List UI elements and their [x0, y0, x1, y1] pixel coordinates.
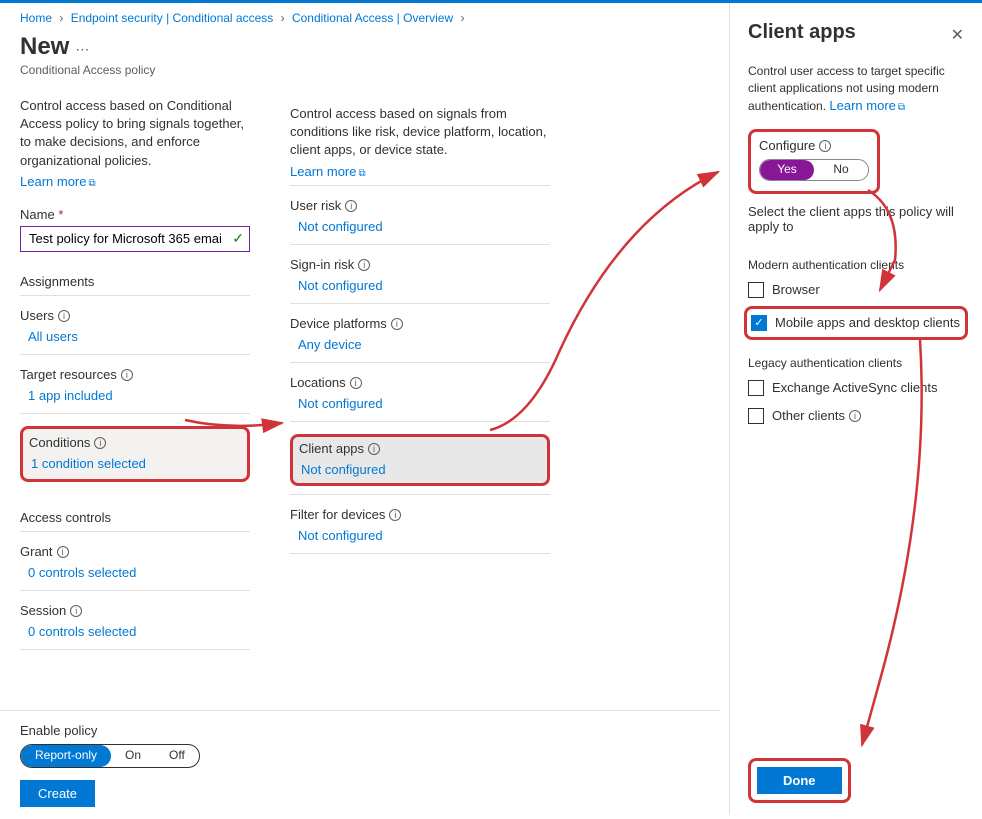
name-input[interactable]: [20, 226, 250, 252]
client-apps-panel: Client apps ✕ Control user access to tar…: [729, 3, 982, 815]
info-icon[interactable]: i: [58, 310, 70, 322]
close-icon[interactable]: ✕: [951, 25, 964, 45]
conditions-label: Conditionsi: [23, 435, 239, 450]
other-clients-checkbox[interactable]: Other clients i: [748, 408, 964, 424]
session-value[interactable]: 0 controls selected: [20, 624, 250, 639]
target-value[interactable]: 1 app included: [20, 388, 250, 403]
users-label: Usersi: [20, 308, 250, 323]
info-icon[interactable]: i: [819, 140, 831, 152]
locations-value[interactable]: Not configured: [290, 396, 550, 411]
toggle-on[interactable]: On: [111, 745, 155, 767]
legacy-auth-label: Legacy authentication clients: [748, 356, 964, 370]
enable-policy-label: Enable policy: [20, 723, 700, 738]
mobile-highlighted: ✓ Mobile apps and desktop clients: [744, 306, 968, 340]
bottom-bar: Enable policy Report-only On Off Create: [0, 710, 720, 819]
signin-risk-label: Sign-in riski: [290, 257, 550, 272]
done-highlighted: Done: [748, 758, 851, 803]
info-icon[interactable]: i: [358, 259, 370, 271]
external-icon: ⧉: [898, 102, 905, 113]
info-icon[interactable]: i: [368, 443, 380, 455]
page-subtitle: Conditional Access policy: [20, 63, 250, 77]
checkbox-icon: [748, 282, 764, 298]
grant-label: Granti: [20, 544, 250, 559]
target-label: Target resourcesi: [20, 367, 250, 382]
info-icon[interactable]: i: [57, 546, 69, 558]
mobile-apps-checkbox[interactable]: ✓ Mobile apps and desktop clients: [751, 315, 961, 331]
mid-description: Control access based on signals from con…: [290, 105, 550, 160]
more-icon[interactable]: ⋯: [75, 41, 89, 58]
user-risk-value[interactable]: Not configured: [290, 219, 550, 234]
users-value[interactable]: All users: [20, 329, 250, 344]
info-icon[interactable]: i: [391, 318, 403, 330]
browser-checkbox[interactable]: Browser: [748, 282, 964, 298]
toggle-yes[interactable]: Yes: [760, 160, 814, 180]
conditions-value[interactable]: 1 condition selected: [23, 456, 239, 471]
assignments-header: Assignments: [20, 274, 250, 296]
device-platforms-value[interactable]: Any device: [290, 337, 550, 352]
chevron-icon: ›: [59, 11, 63, 25]
learn-more-link[interactable]: Learn more⧉: [290, 164, 366, 179]
configure-highlighted: Configurei Yes No: [748, 129, 880, 194]
chevron-icon: ›: [281, 11, 285, 25]
info-icon[interactable]: i: [121, 369, 133, 381]
info-icon[interactable]: i: [94, 437, 106, 449]
breadcrumb-overview[interactable]: Conditional Access | Overview: [292, 11, 453, 25]
external-icon: ⧉: [358, 168, 365, 179]
info-icon[interactable]: i: [70, 605, 82, 617]
session-label: Sessioni: [20, 603, 250, 618]
conditions-highlighted[interactable]: Conditionsi 1 condition selected: [20, 426, 250, 482]
exchange-checkbox[interactable]: Exchange ActiveSync clients: [748, 380, 964, 396]
enable-policy-toggle[interactable]: Report-only On Off: [20, 744, 200, 768]
checkbox-icon: [748, 408, 764, 424]
client-apps-highlighted[interactable]: Client appsi Not configured: [290, 434, 550, 486]
access-controls-header: Access controls: [20, 510, 250, 532]
chevron-icon: ›: [460, 11, 464, 25]
toggle-report-only[interactable]: Report-only: [21, 745, 111, 767]
toggle-no[interactable]: No: [814, 160, 868, 180]
learn-more-link[interactable]: Learn more⧉: [20, 174, 96, 189]
configure-toggle[interactable]: Yes No: [759, 159, 869, 181]
left-description: Control access based on Conditional Acce…: [20, 97, 250, 170]
info-icon[interactable]: i: [849, 410, 861, 422]
toggle-off[interactable]: Off: [155, 745, 199, 767]
checkbox-icon: [748, 380, 764, 396]
locations-label: Locationsi: [290, 375, 550, 390]
device-platforms-label: Device platformsi: [290, 316, 550, 331]
user-risk-label: User riski: [290, 198, 550, 213]
configure-label: Configurei: [759, 138, 869, 153]
signin-risk-value[interactable]: Not configured: [290, 278, 550, 293]
info-icon[interactable]: i: [345, 200, 357, 212]
name-label: Name *: [20, 207, 250, 222]
client-apps-value[interactable]: Not configured: [293, 462, 541, 477]
done-button[interactable]: Done: [757, 767, 842, 794]
client-apps-label: Client appsi: [293, 441, 541, 456]
panel-description: Control user access to target specific c…: [748, 63, 964, 115]
check-icon: ✓: [232, 230, 244, 247]
info-icon[interactable]: i: [389, 509, 401, 521]
learn-more-link[interactable]: Learn more⧉: [829, 98, 905, 113]
create-button[interactable]: Create: [20, 780, 95, 807]
info-icon[interactable]: i: [350, 377, 362, 389]
filter-devices-label: Filter for devicesi: [290, 507, 550, 522]
panel-title: Client apps: [748, 21, 856, 44]
checkbox-checked-icon: ✓: [751, 315, 767, 331]
grant-value[interactable]: 0 controls selected: [20, 565, 250, 580]
external-icon: ⧉: [88, 178, 95, 189]
breadcrumb-home[interactable]: Home: [20, 11, 52, 25]
modern-auth-label: Modern authentication clients: [748, 258, 964, 272]
filter-devices-value[interactable]: Not configured: [290, 528, 550, 543]
page-title: New: [20, 33, 69, 61]
breadcrumb-endpoint[interactable]: Endpoint security | Conditional access: [71, 11, 274, 25]
apply-to-text: Select the client apps this policy will …: [748, 204, 964, 234]
